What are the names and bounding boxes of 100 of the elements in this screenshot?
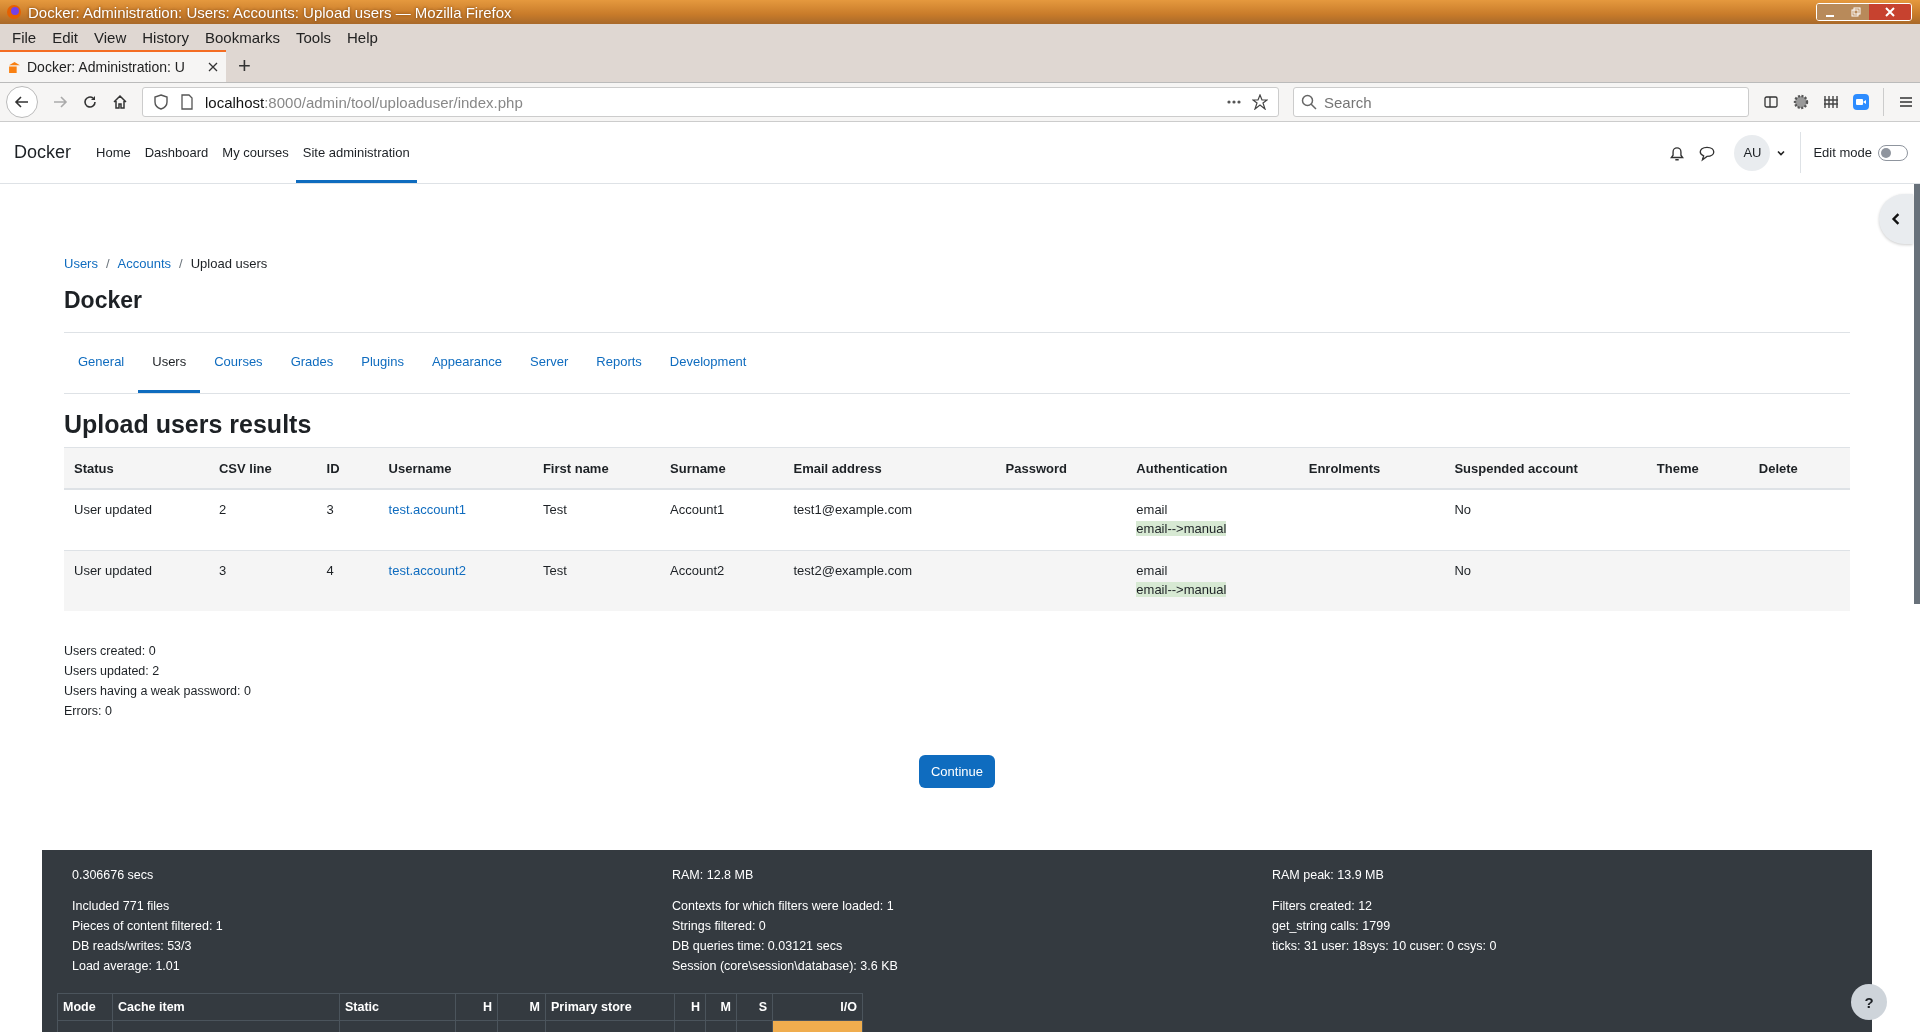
menu-item[interactable]: Help bbox=[339, 28, 386, 46]
minimize-button[interactable] bbox=[1817, 4, 1843, 20]
sidebar-icon[interactable] bbox=[1763, 94, 1779, 110]
close-button[interactable] bbox=[1869, 4, 1911, 20]
table-cell: 4 bbox=[326, 563, 334, 578]
table-cell: Account2 bbox=[670, 563, 725, 578]
admin-tab[interactable]: Plugins bbox=[347, 333, 418, 393]
admin-tab[interactable]: Reports bbox=[582, 333, 656, 393]
drawer-toggle-button[interactable] bbox=[1879, 194, 1913, 244]
search-field[interactable]: Search bbox=[1293, 87, 1749, 117]
tab-title: Docker: Administration: U bbox=[27, 59, 186, 75]
perf-stat: get_string calls: 1799 bbox=[1272, 918, 1392, 935]
column-header: Password bbox=[995, 447, 1127, 489]
table-cell: User updated bbox=[74, 563, 153, 578]
window-title: Docker: Administration: Users: Accounts: Upload users — Mozilla Firefox bbox=[28, 3, 512, 21]
user-avatar[interactable]: AU bbox=[1734, 134, 1771, 171]
column-header: CSV line bbox=[208, 447, 317, 489]
firefox-icon bbox=[6, 4, 22, 20]
breadcrumb-separator: / bbox=[105, 256, 110, 271]
admin-tab[interactable]: Development bbox=[655, 333, 761, 393]
column-header: Delete bbox=[1748, 447, 1850, 489]
menu-item[interactable]: File bbox=[4, 28, 45, 46]
library-icon[interactable] bbox=[1823, 94, 1839, 110]
perf-stat: DB queries time: 0.03121 secs bbox=[672, 938, 844, 955]
table-cell: Account1 bbox=[670, 502, 725, 517]
url-text: localhost:8000/admin/tool/uploaduser/index.php bbox=[205, 93, 523, 111]
close-icon[interactable] bbox=[208, 62, 218, 72]
help-button[interactable]: ? bbox=[1851, 984, 1887, 1020]
back-button[interactable] bbox=[6, 86, 38, 118]
new-tab-button[interactable]: + bbox=[226, 50, 263, 82]
edit-mode-label: Edit mode bbox=[1813, 145, 1872, 160]
scrollbar[interactable] bbox=[1914, 184, 1920, 604]
site-name[interactable]: Docker bbox=[14, 142, 71, 163]
menu-item[interactable]: View bbox=[86, 28, 135, 46]
nav-link[interactable]: Dashboard bbox=[137, 122, 216, 183]
menu-item[interactable]: Bookmarks bbox=[196, 28, 288, 46]
page-title: Docker bbox=[64, 287, 1850, 333]
browser-tab[interactable]: Docker: Administration: U bbox=[0, 50, 226, 82]
summary-line: Users created: 0 bbox=[64, 643, 157, 660]
shield-icon bbox=[153, 94, 169, 110]
nav-link[interactable]: Site administration bbox=[295, 122, 417, 183]
breadcrumb-separator: / bbox=[179, 256, 183, 271]
change-highlight: email-->manual bbox=[1136, 521, 1227, 536]
admin-tab[interactable]: Server bbox=[516, 333, 583, 393]
table-cell: test2@example.com bbox=[793, 563, 913, 578]
perf-stat: DB reads/writes: 53/3 bbox=[72, 938, 193, 955]
column-header: H bbox=[674, 993, 706, 1021]
table-cell-text: email bbox=[1136, 502, 1169, 517]
perf-stat: Session (core\session\database): 3.6 KB bbox=[672, 958, 899, 975]
nav-link[interactable]: My courses bbox=[215, 122, 296, 183]
breadcrumb-link[interactable]: Accounts bbox=[117, 256, 172, 271]
column-header: Cache item bbox=[112, 993, 340, 1021]
camera-icon[interactable] bbox=[1853, 94, 1869, 110]
table-cell: 3 bbox=[218, 563, 227, 578]
table-cell: No bbox=[1454, 502, 1471, 517]
menu-icon[interactable] bbox=[1898, 94, 1914, 110]
column-header: M bbox=[497, 993, 546, 1021]
username-link[interactable]: test.account2 bbox=[388, 563, 466, 578]
change-highlight: email-->manual bbox=[1136, 582, 1227, 597]
admin-tab[interactable]: Courses bbox=[200, 333, 277, 393]
edit-mode-toggle[interactable] bbox=[1878, 144, 1908, 161]
table-cell: 2 bbox=[218, 502, 227, 517]
summary-line: Errors: 0 bbox=[64, 703, 113, 720]
column-header: Primary store bbox=[545, 993, 675, 1021]
column-header: Authentication bbox=[1126, 447, 1299, 489]
perf-stat: 0.306676 secs bbox=[72, 868, 155, 882]
username-link[interactable]: test.account1 bbox=[388, 502, 466, 517]
nav-link[interactable]: Home bbox=[89, 122, 138, 183]
column-header: Enrolments bbox=[1298, 447, 1445, 489]
column-header: Email address bbox=[783, 447, 996, 489]
menu-item[interactable]: Edit bbox=[44, 28, 87, 46]
section-title: Upload users results bbox=[64, 410, 313, 439]
admin-tab[interactable]: Appearance bbox=[417, 333, 517, 393]
menu-item[interactable]: History bbox=[134, 28, 197, 46]
column-header: S bbox=[736, 993, 773, 1021]
table-cell: 3 bbox=[326, 502, 334, 517]
gear-icon[interactable] bbox=[1793, 94, 1809, 110]
admin-tab[interactable]: General bbox=[64, 333, 139, 393]
perf-stat: Filters created: 12 bbox=[1272, 898, 1374, 915]
menu-item[interactable]: Tools bbox=[288, 28, 339, 46]
admin-tab[interactable]: Users bbox=[138, 333, 201, 393]
star-icon[interactable] bbox=[1252, 94, 1268, 110]
breadcrumb-link[interactable]: Users bbox=[64, 256, 98, 271]
column-header: Surname bbox=[660, 447, 784, 489]
table-cell: Test bbox=[542, 563, 567, 578]
table-cell: Test bbox=[542, 502, 567, 517]
column-header: First name bbox=[532, 447, 660, 489]
perf-stat: Included 771 files bbox=[72, 898, 171, 915]
address-bar[interactable]: localhost:8000/admin/tool/uploaduser/index.php bbox=[142, 87, 1279, 117]
perf-stat: Load average: 1.01 bbox=[72, 958, 181, 975]
perf-stat: Strings filtered: 0 bbox=[672, 918, 767, 935]
favicon-icon bbox=[8, 60, 21, 74]
perf-stat: Pieces of content filtered: 1 bbox=[72, 918, 224, 935]
perf-stat: RAM: 12.8 MB bbox=[672, 868, 755, 882]
continue-button[interactable]: Continue bbox=[918, 755, 995, 788]
minimize-icon bbox=[1826, 14, 1834, 17]
chevron-left-icon bbox=[1890, 213, 1902, 225]
admin-tab[interactable]: Grades bbox=[276, 333, 348, 393]
reload-icon[interactable] bbox=[82, 94, 98, 110]
home-icon[interactable] bbox=[112, 94, 128, 110]
